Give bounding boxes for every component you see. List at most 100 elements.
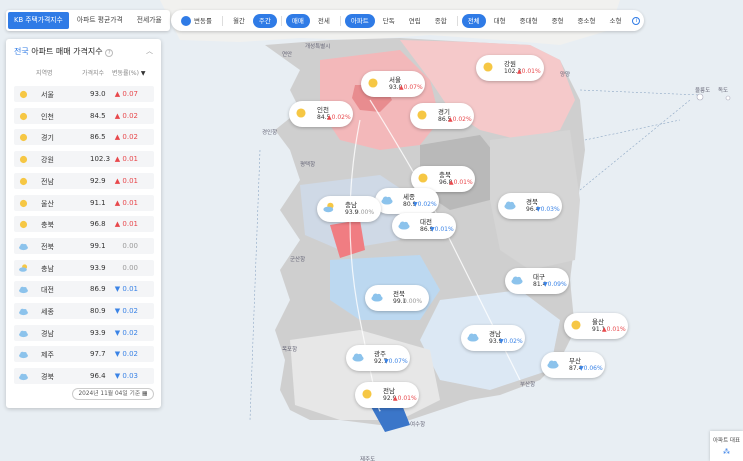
cloud-icon: [18, 241, 29, 254]
region-change: ▲ 0.01: [115, 177, 138, 185]
sun-icon: [418, 173, 428, 183]
map-region-label[interactable]: 대전 86.9 ▼0.01%: [392, 213, 456, 239]
representative-apartment-widget[interactable]: 아파트 대표 ⁂: [710, 431, 743, 461]
size-all-button[interactable]: 전체: [461, 13, 486, 28]
partly-cloudy-icon: [19, 263, 28, 272]
tab-kb-index[interactable]: KB 주택가격지수: [8, 12, 69, 29]
label-change-value: 0.01: [606, 326, 620, 333]
type-combined-button[interactable]: 종합: [429, 14, 453, 28]
type-detached-button[interactable]: 단독: [377, 14, 401, 28]
region-row[interactable]: 인천 84.5 ▲ 0.02: [14, 107, 154, 124]
map-region-label[interactable]: 충남 93.9 0.00%: [317, 196, 381, 222]
label-name: 서울: [389, 76, 401, 84]
region-row[interactable]: 대전 86.9 ▼ 0.01: [14, 281, 154, 298]
tab-apt-average-price[interactable]: 아파트 평균가격: [71, 12, 129, 29]
size-large-button[interactable]: 대형: [488, 14, 512, 28]
sun-icon: [360, 387, 374, 403]
region-row[interactable]: 경기 86.5 ▲ 0.02: [14, 129, 154, 146]
map-region-label[interactable]: 대구 81.4 ▼0.09%: [505, 268, 569, 294]
island-marker: [725, 95, 731, 101]
region-name: 대전: [41, 286, 54, 295]
divider: [280, 15, 282, 26]
cloud-icon: [352, 353, 364, 362]
region-row[interactable]: 제주 97.7 ▼ 0.02: [14, 346, 154, 363]
region-change-value: 0.03: [122, 372, 138, 381]
change-arrow-icon: ▼: [114, 285, 121, 294]
region-index: 96.8: [90, 220, 106, 229]
sun-icon: [481, 60, 495, 76]
region-index: 80.9: [90, 307, 106, 315]
label-change-value: 0.00: [355, 209, 369, 216]
panel-title-text: 아파트 매매 가격지수: [31, 47, 103, 56]
map-region-label[interactable]: 경북 96.4 ▼0.03%: [498, 193, 562, 219]
label-change: ▼0.07%: [384, 358, 408, 365]
period-monthly-button[interactable]: 월간: [227, 14, 251, 28]
region-change-value: 0.07: [122, 90, 138, 98]
label-change: ▲0.01%: [517, 68, 541, 75]
region-row[interactable]: 서울 93.0 ▲ 0.07: [14, 86, 154, 102]
sun-icon: [18, 89, 29, 102]
region-change-value: 0.01: [122, 155, 138, 164]
period-weekly-button[interactable]: 주간: [252, 13, 277, 28]
region-row[interactable]: 경남 93.9 ▼ 0.02: [14, 324, 154, 341]
map-place-name: 울릉도: [695, 88, 711, 94]
label-change-value: 0.00: [403, 298, 417, 305]
sun-icon: [18, 154, 29, 167]
index-type-tabs: KB 주택가격지수 아파트 평균가격 전세가율: [6, 10, 170, 31]
map-region-label[interactable]: 전남 92.9 ▲0.01%: [355, 382, 419, 408]
map-region-label[interactable]: 인천 84.5 ▲0.02%: [289, 101, 353, 127]
map-region-label[interactable]: 광주 92.7 ▼0.07%: [346, 345, 410, 371]
region-row[interactable]: 강원 102.3 ▲ 0.01: [14, 151, 154, 168]
filter-bar: 변동률 월간 주간 매매 전세 아파트 단독 연립 종합 전체 대형 중대형 중…: [171, 10, 645, 31]
partly-cloudy-icon: [18, 263, 29, 276]
help-icon[interactable]: ?: [105, 49, 114, 57]
date-picker[interactable]: 2024년 11월 04일 기준 ▦: [72, 388, 154, 400]
region-row[interactable]: 전북 99.1 0.00: [14, 237, 154, 254]
island-marker: [696, 93, 704, 101]
map-region-label[interactable]: 전북 99.1 0.00%: [365, 285, 429, 311]
map-region-label[interactable]: 울산 91.1 ▲0.01%: [564, 313, 628, 339]
cloud-icon: [503, 198, 517, 214]
map-region-label[interactable]: 경남 93.9 ▼0.02%: [461, 325, 525, 351]
label-name: 경기: [438, 108, 450, 116]
region-row[interactable]: 전남 92.9 ▲ 0.01: [14, 172, 154, 189]
map-region-label[interactable]: 부산 87.4 ▼0.06%: [541, 352, 605, 378]
label-change-value: 0.02: [503, 338, 517, 345]
map-region-label[interactable]: 서울 93.0 ▲0.07%: [361, 71, 425, 97]
map-region-label[interactable]: 경기 86.5 ▲0.02%: [410, 103, 474, 129]
change-rate-toggle[interactable]: 변동률: [175, 14, 218, 28]
region-row[interactable]: 충북 96.8 ▲ 0.01: [14, 216, 154, 233]
region-row[interactable]: 경북 96.4 ▼ 0.03: [14, 368, 154, 385]
size-mid-large-button[interactable]: 중대형: [514, 14, 544, 28]
info-icon[interactable]: i: [632, 16, 641, 25]
region-name: 서울: [41, 91, 54, 99]
region-row[interactable]: 울산 91.1 ▲ 0.01: [14, 194, 154, 211]
deal-sale-button[interactable]: 매매: [285, 13, 310, 28]
region-row[interactable]: 충남 93.9 0.00: [14, 259, 154, 276]
sort-desc-icon[interactable]: ▼: [141, 70, 146, 77]
partly-cloudy-icon: [322, 201, 336, 217]
label-change-value: 0.02: [331, 114, 345, 121]
cloud-icon: [351, 350, 365, 366]
cloud-icon: [19, 330, 28, 337]
cloud-icon: [19, 373, 28, 381]
size-mid-button[interactable]: 중형: [546, 14, 570, 28]
deal-jeonse-button[interactable]: 전세: [312, 14, 336, 28]
map-place-name: 독도: [718, 88, 729, 94]
type-rowhouse-button[interactable]: 연립: [403, 14, 427, 28]
panel-title-scope[interactable]: 전국: [14, 47, 29, 56]
map-region-label[interactable]: 강원 102.3 ▲0.01%: [476, 55, 544, 81]
region-change: 0.00: [122, 242, 138, 250]
sun-icon: [366, 76, 380, 92]
map-region-label[interactable]: 세종 80.9 ▼0.02%: [375, 188, 439, 214]
type-apartment-button[interactable]: 아파트: [344, 13, 375, 28]
size-mid-small-button[interactable]: 중소형: [572, 14, 602, 28]
region-change-value: 0.01: [122, 285, 138, 294]
label-change-value: 0.02: [417, 201, 431, 208]
collapse-chevron-icon[interactable]: ︿: [146, 46, 153, 56]
column-change[interactable]: 변동률(%) ▼: [112, 68, 146, 77]
tab-jeonse-ratio[interactable]: 전세가율: [131, 12, 168, 29]
region-row[interactable]: 세종 80.9 ▼ 0.02: [14, 303, 154, 319]
size-small-button[interactable]: 소형: [604, 14, 628, 28]
label-change: ▲0.02%: [448, 116, 472, 123]
